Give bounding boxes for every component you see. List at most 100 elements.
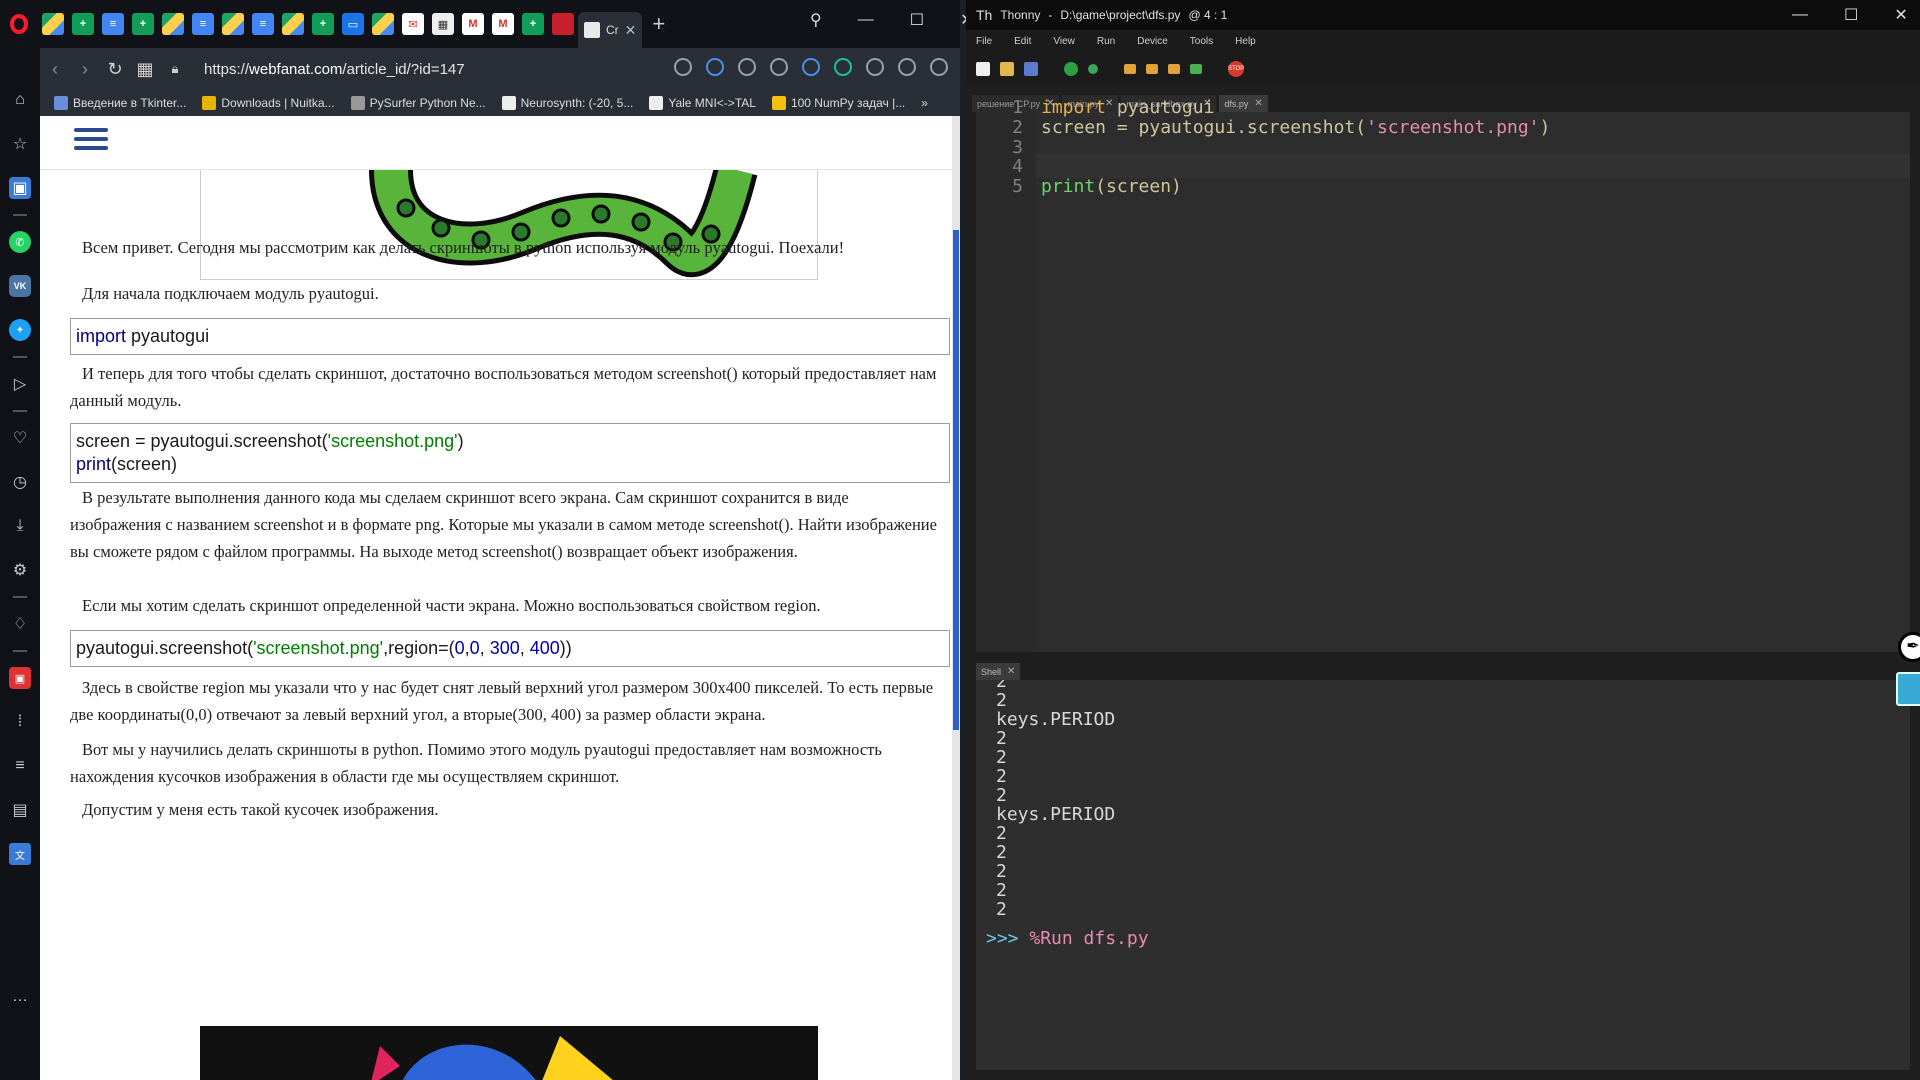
bookmark-item[interactable]: Downloads | Nuitka... — [202, 96, 335, 110]
minimize-icon[interactable]: — — [1792, 6, 1808, 24]
page-scrollbar-thumb[interactable] — [953, 230, 959, 730]
devtools-icon[interactable]: ⁞ — [9, 711, 31, 733]
google-docs-icon[interactable]: ≡ — [192, 13, 214, 35]
bookmark-item[interactable]: Neurosynth: (-20, 5... — [501, 96, 633, 110]
google-docs-icon[interactable]: ≡ — [102, 13, 124, 35]
red-app-icon[interactable] — [552, 13, 574, 35]
google-docs-icon[interactable]: ≡ — [252, 13, 274, 35]
menu-run[interactable]: Run — [1097, 36, 1115, 47]
active-tab[interactable]: Cr ✕ — [578, 12, 643, 48]
bookmark-item[interactable]: Yale MNI<->TAL — [649, 96, 756, 110]
new-file-icon[interactable] — [976, 62, 990, 76]
google-sheets-icon[interactable]: + — [72, 13, 94, 35]
google-sheets-icon[interactable]: + — [312, 13, 334, 35]
menu-edit[interactable]: Edit — [1014, 36, 1031, 47]
google-sheets-icon[interactable]: + — [132, 13, 154, 35]
back-icon[interactable]: ‹ — [40, 59, 70, 80]
reload-icon[interactable]: ↻ — [100, 59, 130, 80]
download-icon[interactable] — [898, 58, 916, 76]
menu-tools[interactable]: Tools — [1190, 36, 1213, 47]
shell-input-line[interactable]: >>> %Run dfs.py — [986, 928, 1149, 949]
shell-tab[interactable]: Shell ✕ — [976, 663, 1021, 680]
menu-device[interactable]: Device — [1137, 36, 1168, 47]
google-sheets-icon[interactable]: + — [522, 13, 544, 35]
close-tab-icon[interactable]: ✕ — [1007, 666, 1015, 677]
shell-output-line: 2 — [996, 766, 1007, 787]
history-icon[interactable]: ◷ — [9, 471, 31, 493]
bookmarks-more-icon[interactable]: » — [921, 96, 928, 110]
code-keyword: import — [76, 326, 127, 346]
url-host: webfanat.com — [249, 60, 343, 78]
bookmarks-heart-icon[interactable]: ♡ — [9, 427, 31, 449]
screen-capture-icon[interactable] — [1896, 672, 1920, 706]
hamburger-menu-icon[interactable] — [74, 128, 108, 150]
heart-icon[interactable] — [738, 58, 756, 76]
whatsapp-icon[interactable]: ✆ — [9, 231, 31, 253]
google-drive-icon[interactable] — [162, 13, 184, 35]
more-icon[interactable]: … — [9, 986, 31, 1008]
gmail-icon[interactable]: M — [462, 13, 484, 35]
close-tab-icon[interactable]: ✕ — [1254, 98, 1262, 109]
code-editor[interactable]: 1 2 3 4 5 import pyautogui screen = pyau… — [976, 97, 1910, 652]
bookmark-item[interactable]: PySurfer Python Ne... — [350, 96, 486, 110]
speed-dial-icon[interactable]: ☆ — [9, 133, 31, 155]
vpn-shield-icon[interactable] — [706, 58, 724, 76]
google-drive-icon[interactable] — [222, 13, 244, 35]
open-file-icon[interactable] — [1000, 62, 1014, 76]
twitter-icon[interactable]: ✦ — [9, 319, 31, 341]
settings-icon[interactable]: ⚙ — [9, 559, 31, 581]
cube-icon[interactable] — [866, 58, 884, 76]
step-into-icon[interactable] — [1146, 64, 1158, 74]
player-icon[interactable]: ▷ — [9, 373, 31, 395]
snapshot-icon[interactable] — [674, 58, 692, 76]
shell-panel[interactable]: 2 2 2 keys.PERIOD 2 2 2 2 keys.PERIOD 2 … — [976, 680, 1910, 1070]
tabs-grid-icon[interactable]: ▦ — [130, 59, 160, 80]
close-window-icon[interactable]: ✕ — [1894, 5, 1907, 25]
google-drive-icon[interactable] — [42, 13, 64, 35]
home-icon[interactable]: ⌂ — [9, 89, 31, 111]
vk-icon[interactable]: VK — [9, 275, 31, 297]
new-tab-icon[interactable]: + — [652, 11, 665, 37]
maximize-icon[interactable]: ☐ — [910, 10, 924, 30]
list-icon[interactable]: ≡ — [9, 755, 31, 777]
editor-tab-active[interactable]: dfs.py ✕ — [1219, 95, 1268, 112]
paragraph-text: Всем привет. Сегодня мы рассмотрим как д… — [82, 238, 845, 257]
title-app: Thonny — [1000, 8, 1041, 22]
bookmark-item[interactable]: 100 NumPy задач |... — [771, 96, 905, 110]
run-icon[interactable] — [1064, 62, 1078, 76]
forward-icon[interactable]: › — [70, 59, 100, 80]
google-drive-icon[interactable] — [372, 13, 394, 35]
bookmark-item[interactable]: Введение в Tkinter... — [54, 96, 186, 110]
calculator-icon[interactable]: ▤ — [9, 799, 31, 821]
grammarly-icon[interactable] — [834, 58, 852, 76]
tips-icon[interactable]: ♢ — [9, 613, 31, 635]
menu-file[interactable]: File — [976, 36, 992, 47]
opera-logo-icon[interactable] — [0, 0, 38, 48]
search-tabs-icon[interactable]: ⚲ — [810, 10, 822, 30]
stop-icon[interactable]: STOP — [1228, 61, 1244, 77]
pen-tool-icon[interactable]: ✒ — [1898, 632, 1920, 662]
save-file-icon[interactable] — [1024, 62, 1038, 76]
minimize-icon[interactable]: — — [858, 11, 874, 29]
step-over-icon[interactable] — [1124, 64, 1136, 74]
gmail-icon[interactable]: ✉ — [402, 13, 424, 35]
close-tab-icon[interactable]: ✕ — [625, 22, 637, 39]
menu-help[interactable]: Help — [1235, 36, 1256, 47]
maximize-icon[interactable]: ☐ — [1844, 5, 1858, 25]
menu-view[interactable]: View — [1053, 36, 1075, 47]
url-field[interactable]: https://webfanat.com/article_id/?id=147 — [204, 61, 465, 78]
extension-icon[interactable] — [802, 58, 820, 76]
menu-icon[interactable] — [930, 58, 948, 76]
google-drive-icon[interactable] — [282, 13, 304, 35]
gmail-icon[interactable]: M — [492, 13, 514, 35]
downloads-icon[interactable]: ⤓ — [9, 515, 31, 537]
step-out-icon[interactable] — [1168, 64, 1180, 74]
google-meet-icon[interactable]: ▭ — [342, 13, 364, 35]
workspace-icon[interactable]: ▣ — [9, 177, 31, 199]
translate-icon[interactable] — [770, 58, 788, 76]
red-extension-icon[interactable]: ▣ — [9, 667, 31, 689]
image-icon[interactable]: ▦ — [432, 13, 454, 35]
resume-icon[interactable] — [1190, 64, 1202, 74]
debug-icon[interactable] — [1088, 64, 1098, 74]
translator-icon[interactable]: 文 — [9, 843, 31, 865]
